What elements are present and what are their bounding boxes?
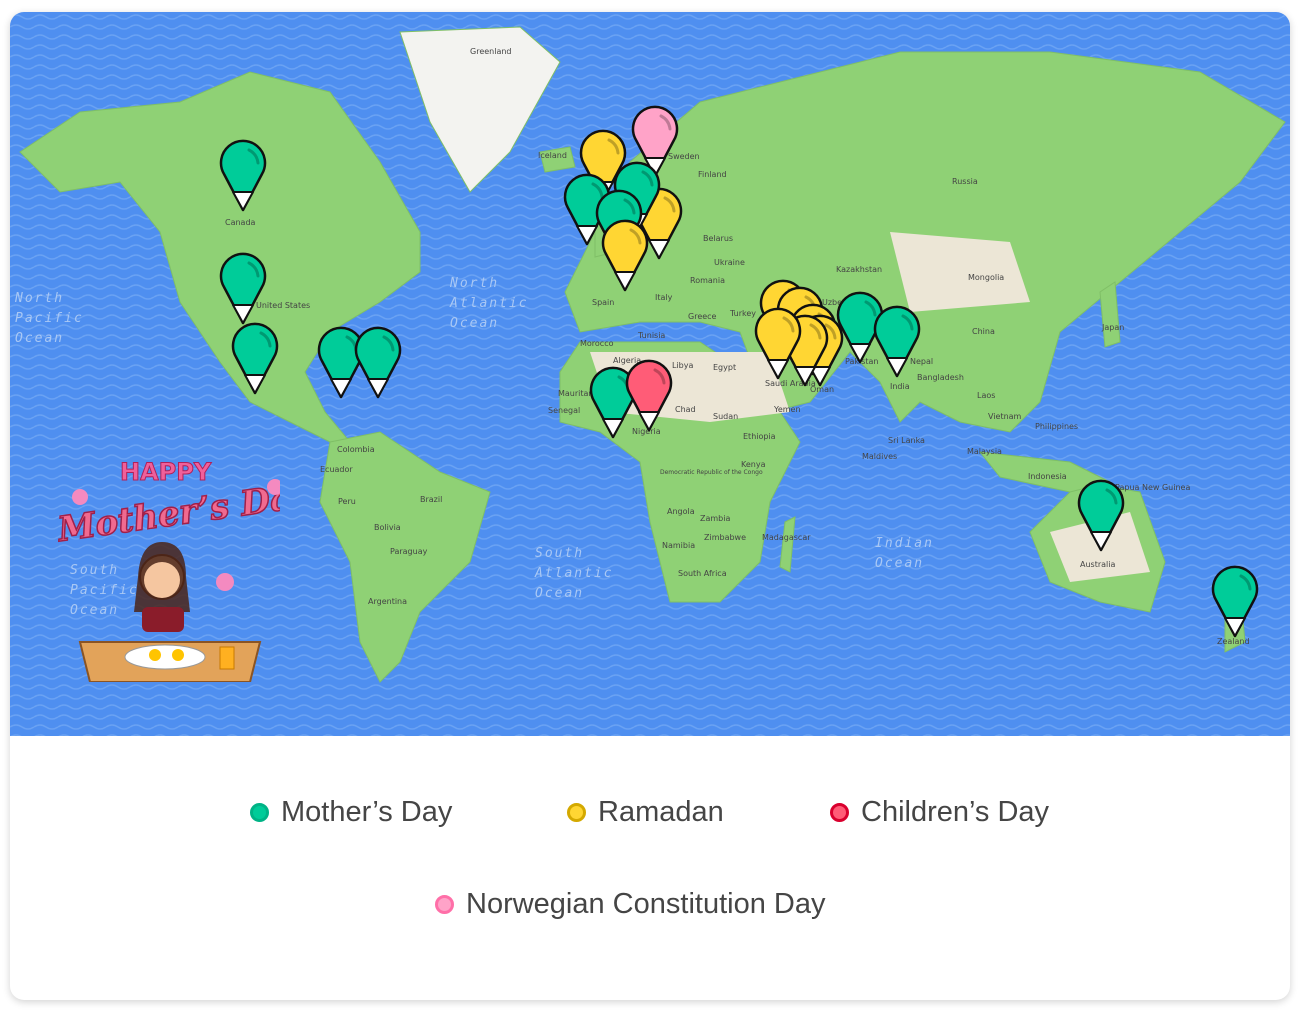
legend-label: Mother’s Day: [281, 796, 453, 828]
country-label: Ukraine: [714, 258, 745, 267]
ocean-label-word: Atlantic: [534, 566, 614, 581]
country-label: Mongolia: [968, 273, 1004, 282]
country-label: Maldives: [862, 452, 897, 461]
country-label: Nepal: [910, 357, 933, 366]
ocean-label-word: Ocean: [535, 586, 584, 601]
country-label: Romania: [690, 276, 725, 285]
ocean-label-word: South: [535, 546, 584, 561]
country-label: Brazil: [420, 495, 442, 504]
ocean-label-word: North: [14, 291, 64, 306]
pink-dot-icon: [435, 895, 454, 914]
country-label: Canada: [225, 218, 256, 227]
country-label: Sweden: [668, 152, 700, 161]
desert-region: [890, 232, 1030, 312]
juice-glass: [219, 646, 235, 670]
country-label: Japan: [1101, 323, 1124, 332]
country-label: South Africa: [678, 569, 727, 578]
legend-label: Norwegian Constitution Day: [466, 888, 826, 920]
mothers-day-sticker: HAPPY Mother’s Day: [50, 442, 280, 682]
plate: [124, 644, 206, 670]
country-label: Sri Lanka: [888, 436, 925, 445]
flower-icon: [72, 489, 88, 505]
country-label: Senegal: [548, 406, 580, 415]
country-label: Colombia: [337, 445, 375, 454]
country-label: Zambia: [700, 514, 730, 523]
country-label: Philippines: [1035, 422, 1078, 431]
red-dot-icon: [830, 803, 849, 822]
world-map[interactable]: Greenland Iceland Sweden Finland Russia Canad…: [10, 12, 1290, 736]
country-label: Turkey: [729, 309, 756, 318]
country-label: Kazakhstan: [836, 265, 882, 274]
country-label: Egypt: [713, 363, 736, 372]
ocean-label-word: Indian: [875, 536, 934, 551]
country-label: Bolivia: [374, 523, 401, 532]
country-label: China: [972, 327, 995, 336]
country-label: Ethiopia: [743, 432, 776, 441]
country-label: Madagascar: [762, 533, 811, 542]
country-label: Democratic Republic of the Congo: [660, 469, 763, 476]
country-label: Finland: [698, 170, 727, 179]
country-label: Namibia: [662, 541, 695, 550]
country-label: Oman: [810, 385, 834, 394]
country-label: Zealand: [1217, 637, 1250, 646]
map-card: Greenland Iceland Sweden Finland Russia Canad…: [10, 12, 1290, 1000]
country-label: Papua New Guinea: [1115, 483, 1190, 492]
country-label: Malaysia: [967, 447, 1002, 456]
country-label: Nigeria: [632, 427, 661, 436]
legend-item-childrens-day[interactable]: Children’s Day: [830, 796, 1049, 829]
country-label: Yemen: [773, 405, 801, 414]
country-label: Peru: [338, 497, 356, 506]
country-label: Italy: [655, 293, 673, 302]
legend-item-mothers-day[interactable]: Mother’s Day: [250, 796, 452, 829]
ocean-label-word: North: [449, 276, 499, 291]
country-label: Tunisia: [637, 331, 665, 340]
country-label: Spain: [592, 298, 614, 307]
country-label: Sudan: [713, 412, 738, 421]
country-label: Belarus: [703, 234, 733, 243]
ocean-label-word: Ocean: [875, 556, 924, 571]
country-label: India: [890, 382, 910, 391]
ocean-label-word: Ocean: [15, 331, 64, 346]
ocean-label-word: Ocean: [450, 316, 499, 331]
country-label: Ecuador: [320, 465, 353, 474]
country-label: Australia: [1080, 560, 1115, 569]
ocean-label-word: Pacific: [15, 311, 84, 326]
country-label: Paraguay: [390, 547, 428, 556]
yellow-dot-icon: [567, 803, 586, 822]
sticker-happy: HAPPY: [120, 458, 212, 486]
country-label: Laos: [977, 391, 995, 400]
country-label: Indonesia: [1028, 472, 1067, 481]
avatar-shirt: [142, 607, 184, 632]
country-label: Zimbabwe: [704, 533, 746, 542]
country-label: Morocco: [580, 339, 614, 348]
flower-icon: [216, 573, 234, 591]
country-label: Vietnam: [988, 412, 1022, 421]
legend-item-ramadan[interactable]: Ramadan: [567, 796, 724, 829]
egg-yolk: [149, 649, 161, 661]
country-label: Chad: [675, 405, 696, 414]
avatar-skin: [144, 562, 180, 598]
egg-yolk: [172, 649, 184, 661]
country-label: Kenya: [741, 460, 766, 469]
legend-label: Ramadan: [598, 796, 724, 828]
ocean-label-word: Atlantic: [449, 296, 529, 311]
country-label: Iceland: [538, 151, 567, 160]
country-label: Angola: [667, 507, 695, 516]
legend-label: Children’s Day: [861, 796, 1050, 828]
country-label: Greece: [688, 312, 717, 321]
country-label: United States: [256, 301, 310, 310]
green-dot-icon: [250, 803, 269, 822]
country-label: Greenland: [470, 47, 512, 56]
country-label: Argentina: [368, 597, 407, 606]
country-label: Russia: [952, 177, 978, 186]
country-label: Libya: [672, 361, 693, 370]
legend: Mother’s Day Ramadan Children’s Day Norw…: [10, 736, 1290, 1000]
legend-item-norwegian-constitution-day[interactable]: Norwegian Constitution Day: [435, 888, 825, 921]
country-label: Bangladesh: [917, 373, 964, 382]
